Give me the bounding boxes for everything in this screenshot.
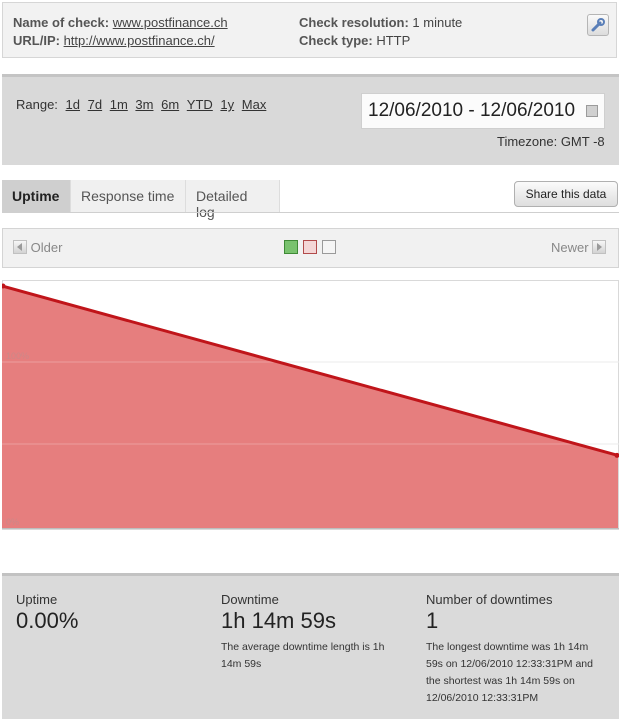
- date-range-value: 12/06/2010 - 12/06/2010: [368, 100, 576, 121]
- check-type-value: HTTP: [376, 33, 411, 48]
- check-resolution-value: 1 minute: [412, 15, 463, 30]
- newer-button[interactable]: Newer: [551, 240, 607, 255]
- y-tick-label-0: 0%: [6, 517, 19, 527]
- downtime-value: 1h 14m 59s: [221, 608, 336, 633]
- downtime-count-value: 1: [426, 608, 439, 633]
- uptime-chart-svg: 100% 0%: [0, 280, 620, 530]
- check-name-label: Name of check:: [13, 15, 110, 30]
- tab-response-time[interactable]: Response time: [71, 180, 186, 212]
- tab-detailed-log[interactable]: Detailed log: [186, 180, 280, 220]
- wrench-icon: [591, 18, 605, 32]
- check-name-row: Name of check: www.postfinance.ch: [13, 15, 228, 30]
- downtime-label: Downtime: [221, 592, 279, 607]
- uptime-stat: Uptime 0.00%: [16, 592, 206, 634]
- uptime-chart: 100% 0%: [0, 280, 620, 530]
- uptime-value: 0.00%: [16, 608, 79, 633]
- uptime-label: Uptime: [16, 592, 58, 607]
- timezone-label: Timezone: GMT -8: [497, 134, 605, 149]
- range-selector: Range: 1d 7d 1m 3m 6m YTD 1y Max: [16, 97, 266, 112]
- check-type-row: Check type: HTTP: [299, 33, 410, 48]
- range-ytd-link[interactable]: YTD: [187, 97, 213, 112]
- check-resolution-label: Check resolution:: [299, 15, 409, 30]
- range-1y-link[interactable]: 1y: [220, 97, 234, 112]
- tab-uptime[interactable]: Uptime: [2, 180, 71, 212]
- range-1d-link[interactable]: 1d: [66, 97, 80, 112]
- check-url-row: URL/IP: http://www.postfinance.ch/: [13, 33, 215, 48]
- stats-panel: Uptime 0.00% Downtime 1h 14m 59s The ave…: [2, 573, 619, 719]
- arrow-right-icon: [592, 240, 607, 254]
- y-tick-label-100: 100%: [6, 351, 29, 361]
- line-chart-view-icon[interactable]: [303, 240, 317, 254]
- range-3m-link[interactable]: 3m: [135, 97, 153, 112]
- downtime-count-note: The longest downtime was 1h 14m 59s on 1…: [426, 641, 593, 704]
- check-url-link[interactable]: http://www.postfinance.ch/: [64, 33, 215, 48]
- newer-label: Newer: [551, 240, 589, 255]
- bar-chart-view-icon[interactable]: [322, 240, 336, 254]
- arrow-left-icon: [13, 240, 27, 254]
- range-panel: Range: 1d 7d 1m 3m 6m YTD 1y Max 12/06/2…: [2, 74, 619, 165]
- range-label: Range:: [16, 97, 58, 112]
- downtime-note: The average downtime length is 1h 14m 59…: [221, 641, 385, 670]
- range-6m-link[interactable]: 6m: [161, 97, 179, 112]
- area-chart-view-icon[interactable]: [284, 240, 298, 254]
- chart-navigation-bar: Older Newer: [2, 228, 619, 268]
- range-1m-link[interactable]: 1m: [110, 97, 128, 112]
- check-info-panel: Name of check: www.postfinance.ch URL/IP…: [2, 2, 617, 58]
- range-7d-link[interactable]: 7d: [88, 97, 102, 112]
- older-button[interactable]: Older: [13, 240, 62, 255]
- tabs-divider: [2, 212, 619, 213]
- downtime-count-stat: Number of downtimes 1 The longest downti…: [426, 592, 606, 707]
- downtime-count-label: Number of downtimes: [426, 592, 553, 607]
- check-name-link[interactable]: www.postfinance.ch: [113, 15, 228, 30]
- calendar-icon[interactable]: [586, 105, 598, 117]
- downtime-stat: Downtime 1h 14m 59s The average downtime…: [221, 592, 401, 673]
- check-type-label: Check type:: [299, 33, 373, 48]
- older-label: Older: [30, 240, 63, 255]
- range-max-link[interactable]: Max: [242, 97, 267, 112]
- date-range-input[interactable]: 12/06/2010 - 12/06/2010: [361, 93, 605, 129]
- share-data-button[interactable]: Share this data: [514, 181, 618, 207]
- check-resolution-row: Check resolution: 1 minute: [299, 15, 462, 30]
- check-url-label: URL/IP:: [13, 33, 60, 48]
- settings-wrench-button[interactable]: [587, 14, 609, 36]
